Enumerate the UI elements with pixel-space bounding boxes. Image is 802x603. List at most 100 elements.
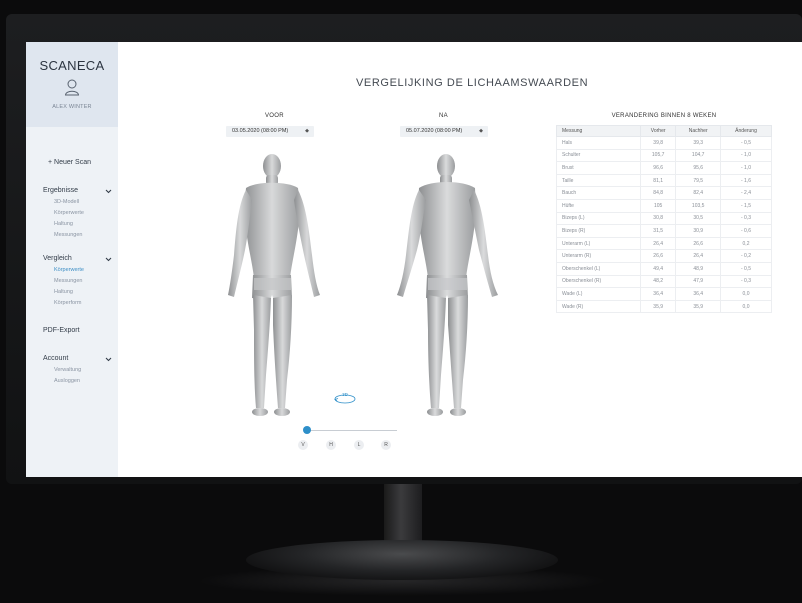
- cell-nachher: 47,9: [675, 274, 722, 289]
- nav-group-label: Ergebnisse: [43, 187, 79, 194]
- sidebar-item-haltung[interactable]: Haltung: [26, 219, 118, 230]
- body-model-before[interactable]: [216, 150, 326, 420]
- sidebar-item-koerperwerte[interactable]: Körperwerte: [26, 208, 118, 219]
- cell-nachher: 30,5: [675, 211, 722, 226]
- after-label: NA: [439, 113, 448, 119]
- sidebar-item-3d-modell[interactable]: 3D-Modell: [26, 197, 118, 208]
- measurement-table: Messung Vorher Nachher Änderung Hals 39,8…: [556, 125, 772, 314]
- nav-group-label: Vergleich: [43, 255, 72, 262]
- column-header-aenderung: Änderung: [720, 125, 772, 137]
- body-model-after[interactable]: [391, 150, 501, 420]
- rotate-3d-icon[interactable]: 3D: [333, 389, 357, 407]
- cell-aenderung: 0,2: [720, 236, 772, 251]
- cell-messung: Bauch: [556, 186, 641, 200]
- nav-group-ergebnisse: Ergebnisse 3D-Modell Körperwerte Haltung…: [26, 185, 118, 241]
- monitor-stand-base: [246, 540, 558, 580]
- cell-vorher: 105: [639, 198, 677, 213]
- cell-aenderung: - 0,5: [720, 136, 772, 150]
- cell-vorher: 84,8: [639, 186, 677, 200]
- view-button-l[interactable]: L: [354, 440, 364, 450]
- cell-nachher: 95,6: [675, 161, 722, 175]
- table-body: Hals 39,8 39,3- 0,5 Schulter 105,7 104,7- 1,0…: [556, 136, 772, 314]
- sidebar-item-vergleich-haltung[interactable]: Haltung: [26, 287, 118, 298]
- cell-vorher: 31,5: [639, 224, 677, 238]
- before-date-value: 03.05.2020 (08:00 PM): [232, 128, 289, 134]
- cell-nachher: 103,5: [675, 198, 722, 213]
- table-title: VERANDERING BINNEN 8 WEKEN: [611, 113, 717, 119]
- cell-messung: Schulter: [556, 148, 641, 163]
- table-row: Unterarm (L) 26,4 26,6 0,2: [556, 236, 772, 251]
- chevron-down-icon: [105, 257, 112, 261]
- nav-group-header-vergleich[interactable]: Vergleich: [26, 253, 118, 265]
- rotation-slider-track[interactable]: [307, 430, 397, 431]
- monitor-frame: SCANECA ALEX WINTER + Neuer Scan Ergebni…: [6, 14, 802, 484]
- table-row: Hals 39,8 39,3- 0,5: [556, 136, 772, 150]
- rotate-3d-label: 3D: [342, 392, 349, 397]
- cell-vorher: 26,4: [639, 236, 677, 251]
- sidebar-item-vergleich-koerperform[interactable]: Körperform: [26, 298, 118, 309]
- after-date-select[interactable]: 05.07.2020 (08:00 PM) ◆: [400, 126, 488, 137]
- view-button-v[interactable]: V: [298, 440, 308, 450]
- after-date-value: 05.07.2020 (08:00 PM): [406, 128, 463, 134]
- cell-nachher: 48,9: [675, 261, 722, 276]
- cell-nachher: 26,4: [675, 249, 722, 263]
- nav-group-header-account[interactable]: Account: [26, 353, 118, 365]
- cell-aenderung: - 1,0: [720, 148, 772, 163]
- cell-messung: Bizeps (R): [556, 224, 641, 238]
- cell-nachher: 82,4: [675, 186, 722, 200]
- cell-vorher: 26,6: [639, 249, 677, 263]
- column-header-vorher: Vorher: [639, 125, 677, 137]
- table-header-row: Messung Vorher Nachher Änderung: [556, 125, 772, 137]
- cell-nachher: 36,4: [675, 287, 722, 301]
- sidebar-header: SCANECA ALEX WINTER: [26, 42, 118, 127]
- user-name: ALEX WINTER: [52, 104, 92, 110]
- cell-messung: Hals: [556, 136, 641, 150]
- rotation-slider-handle[interactable]: [303, 426, 311, 434]
- cell-messung: Wade (R): [556, 299, 641, 314]
- sidebar-item-messungen[interactable]: Messungen: [26, 230, 118, 241]
- table-row: Brust 96,6 95,6- 1,0: [556, 161, 772, 175]
- sidebar-item-vergleich-messungen[interactable]: Messungen: [26, 276, 118, 287]
- table-row: Oberschenkel (R) 48,2 47,9- 0,3: [556, 274, 772, 289]
- cell-aenderung: 0,0: [720, 287, 772, 301]
- app-logo: SCANECA: [39, 58, 105, 73]
- sidebar-item-verwaltung[interactable]: Verwaltung: [26, 365, 118, 376]
- cell-aenderung: - 1,5: [720, 198, 772, 213]
- table-row: Unterarm (R) 26,6 26,4- 0,2: [556, 249, 772, 263]
- sidebar-item-ausloggen[interactable]: Ausloggen: [26, 376, 118, 387]
- user-icon[interactable]: [64, 78, 80, 96]
- select-arrow-icon: ◆: [479, 128, 483, 134]
- screen: SCANECA ALEX WINTER + Neuer Scan Ergebni…: [26, 42, 802, 477]
- sidebar-item-vergleich-koerperwerte[interactable]: Körperwerte: [26, 265, 118, 276]
- table-row: Bauch 84,8 82,4- 2,4: [556, 186, 772, 200]
- cell-messung: Bizeps (L): [556, 211, 641, 226]
- table-row: Schulter 105,7 104,7- 1,0: [556, 148, 772, 163]
- page-title: VERGELIJKING DE LICHAAMSWAARDEN: [356, 77, 589, 89]
- view-button-h[interactable]: H: [326, 440, 336, 450]
- chevron-down-icon: [105, 189, 112, 193]
- before-date-select[interactable]: 03.05.2020 (08:00 PM) ◆: [226, 126, 314, 137]
- nav-group-vergleich: Vergleich Körperwerte Messungen Haltung …: [26, 253, 118, 309]
- sidebar: SCANECA ALEX WINTER + Neuer Scan Ergebni…: [26, 42, 118, 477]
- cell-vorher: 96,6: [639, 161, 677, 175]
- nav-group-header-ergebnisse[interactable]: Ergebnisse: [26, 185, 118, 197]
- table-row: Wade (R) 35,9 35,9 0,0: [556, 299, 772, 314]
- new-scan-link[interactable]: + Neuer Scan: [26, 157, 118, 169]
- table-row: Hüfte 105 103,5- 1,5: [556, 198, 772, 213]
- cell-aenderung: - 0,2: [720, 249, 772, 263]
- cell-aenderung: - 0,5: [720, 261, 772, 276]
- view-button-r[interactable]: R: [381, 440, 391, 450]
- cell-aenderung: - 2,4: [720, 186, 772, 200]
- cell-vorher: 36,4: [639, 287, 677, 301]
- cell-aenderung: - 1,0: [720, 161, 772, 175]
- cell-vorher: 30,8: [639, 211, 677, 226]
- chevron-down-icon: [105, 357, 112, 361]
- cell-messung: Wade (L): [556, 287, 641, 301]
- cell-messung: Brust: [556, 161, 641, 175]
- column-header-nachher: Nachher: [675, 125, 722, 137]
- nav-group-account: Account Verwaltung Ausloggen: [26, 353, 118, 387]
- cell-messung: Hüfte: [556, 198, 641, 213]
- pdf-export-link[interactable]: PDF-Export: [26, 325, 118, 337]
- cell-messung: Unterarm (R): [556, 249, 641, 263]
- cell-aenderung: - 1,6: [720, 173, 772, 188]
